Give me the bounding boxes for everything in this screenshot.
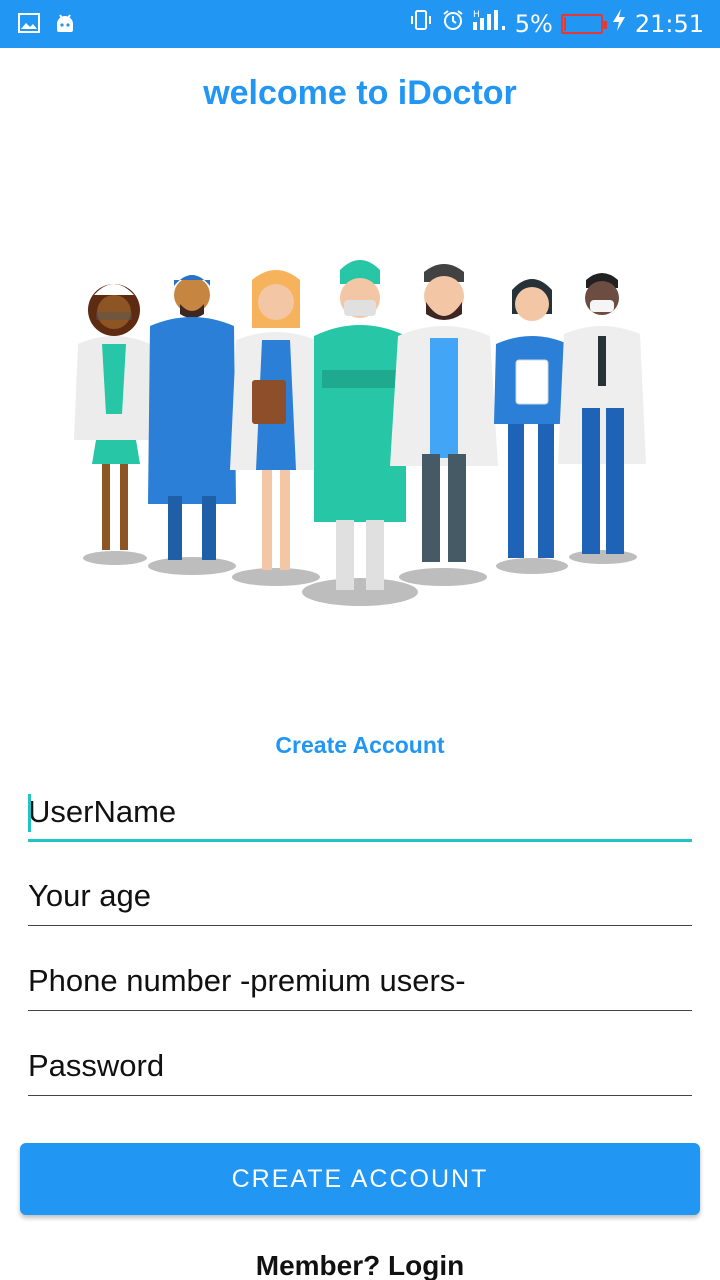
password-field-wrapper: [28, 1036, 692, 1096]
age-underline: [28, 924, 692, 926]
phone-input[interactable]: [28, 951, 692, 1011]
phone-field-wrapper: [28, 951, 692, 1011]
login-link[interactable]: Member? Login: [0, 1250, 720, 1280]
phone-underline: [28, 1009, 692, 1011]
status-bar: H 5% 21:51: [0, 0, 720, 48]
charging-icon: [611, 8, 627, 39]
battery-icon: [560, 13, 607, 34]
image-icon: [18, 13, 40, 38]
username-field-wrapper: [28, 782, 692, 842]
create-account-heading: Create Account: [275, 732, 445, 758]
alarm-icon: [441, 8, 465, 39]
signal-icon: H: [472, 8, 507, 39]
create-account-button[interactable]: CREATE ACCOUNT: [20, 1143, 700, 1215]
username-input[interactable]: [28, 782, 692, 842]
battery-percent: 5%: [514, 9, 553, 38]
clock-time: 21:51: [634, 9, 704, 38]
battery-fill: [563, 16, 566, 31]
page-title: welcome to iDoctor: [203, 74, 517, 112]
vibrate-icon: [409, 8, 433, 39]
password-input[interactable]: [28, 1036, 692, 1096]
age-field-wrapper: [28, 866, 692, 926]
doctors-group-illustration: [60, 240, 660, 620]
username-underline: [28, 839, 692, 842]
text-cursor: [28, 794, 31, 832]
svg-text:H: H: [473, 10, 480, 20]
age-input[interactable]: [28, 866, 692, 926]
password-underline: [28, 1094, 692, 1096]
android-icon: [54, 12, 76, 39]
